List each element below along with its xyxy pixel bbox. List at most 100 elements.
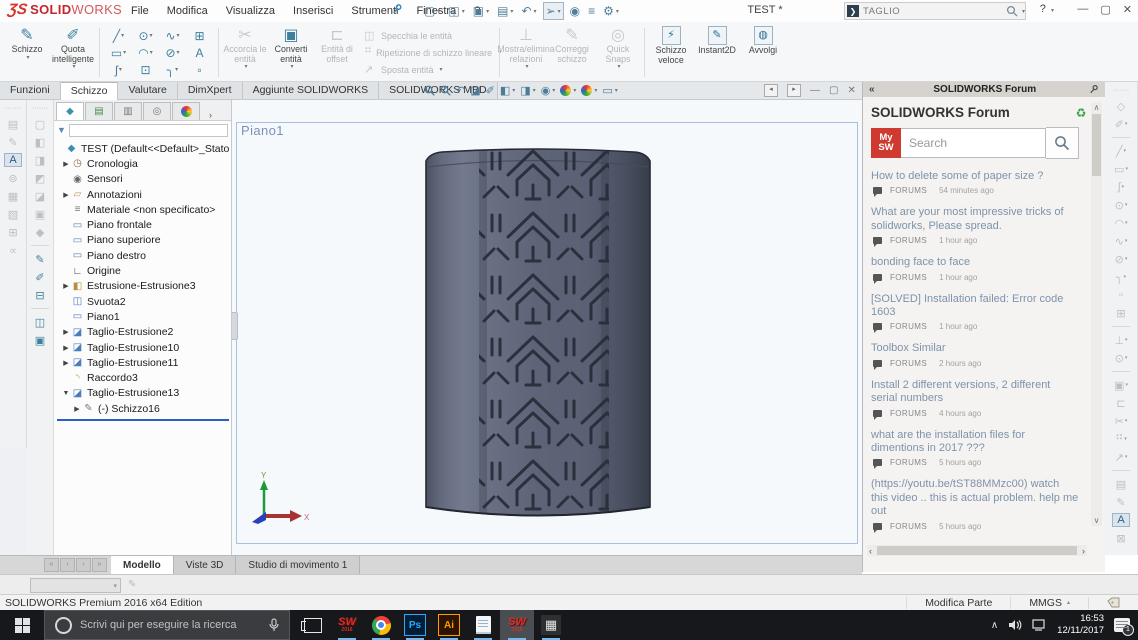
scroll-right-icon[interactable]: › [1080,546,1087,556]
tree-expand-icon[interactable]: ▶ [72,405,82,413]
pane-collapse-icon[interactable]: « [869,84,875,95]
forum-horizontal-scrollbar[interactable]: ‹ › [867,545,1087,556]
tree-item[interactable]: ◝ Raccordo3 [55,370,231,385]
move-icon[interactable]: ↗ ▾ [1112,450,1130,464]
forum-post-title[interactable]: bonding face to face [871,256,1079,269]
motion-study-select[interactable]: ▾ [30,578,121,593]
dropdown-caret-icon[interactable]: ▾ [462,8,465,15]
tree-expand-icon[interactable]: ▶ [61,160,71,168]
forum-post-title[interactable]: what are the installation files for dime… [871,429,1079,456]
forum-post-title[interactable]: [SOLVED] Installation failed: Error code… [871,293,1079,320]
network-icon[interactable] [1032,619,1047,631]
tree-expand-icon[interactable]: ▼ [61,390,71,397]
trim-icon[interactable]: ✂ ▾ [1112,414,1130,428]
forum-post-title[interactable]: What are your most impressive tricks of … [871,206,1079,233]
search-caret-icon[interactable]: ▾ [1022,8,1025,15]
tab-nav-button-2[interactable]: › [76,558,91,572]
tree-item[interactable]: ▶ ✎ (-) Schizzo16 [55,401,231,416]
line-icon[interactable]: ╱ ▾ [1112,144,1130,158]
pane-left-icon[interactable]: ◂ [764,84,778,97]
save-button[interactable]: ▣ ▾ [471,3,491,19]
pattern-icon[interactable]: ⠛ ▾ [1112,432,1130,446]
bottom-tab-modello[interactable]: Modello [111,556,174,574]
weld-symbol-icon[interactable]: ▧ [4,207,22,221]
dropdown-caret-icon[interactable]: ▾ [119,66,122,73]
dropdown-caret-icon[interactable]: ▾ [552,87,555,94]
restore-button[interactable]: ▢ [1100,3,1110,16]
dropdown-caret-icon[interactable]: ▾ [177,32,180,39]
isometric-view-icon[interactable]: ◆ [31,225,49,239]
rapid-sketch-button[interactable]: ⚡ Schizzo veloce [648,24,694,81]
task-view-button[interactable] [296,610,330,640]
units-selector[interactable]: MMGS ▴ [1010,596,1088,609]
calculator-app[interactable]: ▦ [534,610,568,640]
filter-funnel-icon[interactable]: ▼ [57,125,66,135]
microphone-icon[interactable] [269,618,279,632]
dropdown-caret-icon[interactable]: ▾ [594,87,597,94]
solidworks-2016-app[interactable]: SW 2016 [330,610,364,640]
tag-icon[interactable] [1088,596,1138,609]
bottom-tab-viste-3d[interactable]: Viste 3D [173,556,237,574]
dropdown-caret-icon[interactable]: ▾ [558,8,561,15]
rectangle-icon[interactable]: ▭ ▾ [1112,162,1130,176]
dropdown-caret-icon[interactable]: ▾ [534,8,537,15]
chrome-app[interactable] [364,610,398,640]
linear-sketch-pattern-button[interactable]: ⠛Ripetizione di schizzo lineare▾ [364,46,501,59]
tree-item[interactable]: ▭ Piano1 [55,309,231,324]
view-cube-3-icon[interactable]: ◨ [31,153,49,167]
line-tool-button[interactable]: ╱ ▾ [105,28,132,43]
circle-icon[interactable]: ⊙ ▾ [1112,198,1130,212]
scrollbar-down-icon[interactable]: ∨ [1091,516,1102,525]
search-input[interactable]: TAGLIO [863,6,1006,17]
dropdown-caret-icon[interactable]: ▾ [486,8,489,15]
text-note-icon[interactable]: ▤ [1112,477,1130,491]
spline-icon[interactable]: ∿ ▾ [1112,234,1130,248]
point-icon[interactable]: ▫ [1112,288,1130,302]
view-cube-4-icon[interactable]: ◩ [31,171,49,185]
tree-root-item[interactable]: ◆ TEST (Default<<Default>_Stato di visual… [55,141,231,156]
tree-item[interactable]: ▶ ◧ Estrusione-Estrusione3 [55,279,231,294]
forum-post-title[interactable]: (https://youtu.be/tST88MMzc00) watch thi… [871,478,1079,518]
doc-close-button[interactable]: ✕ [847,85,855,96]
bottom-tab-studio-di-movimento-1[interactable]: Studio di movimento 1 [236,556,361,574]
hatch-icon[interactable]: ∝ [4,243,22,257]
forum-search-button[interactable] [1046,127,1079,159]
view-cube-6-icon[interactable]: ▣ [31,207,49,221]
move-entities-button[interactable]: ↗ Sposta entità ▾ [364,63,492,76]
tree-filter-input[interactable] [68,123,228,137]
tab-aggiunte-solidworks[interactable]: Aggiunte SOLIDWORKS [242,82,380,99]
convert-icon[interactable]: ▣ ▾ [1112,378,1130,392]
pin-menu-icon[interactable] [392,3,402,15]
minimize-button[interactable]: — [1077,3,1088,16]
sketch-text-tool-button[interactable]: A [186,45,213,60]
dropdown-caret-icon[interactable]: ▾ [123,49,126,56]
dropdown-caret-icon[interactable]: ▾ [244,64,247,71]
volume-icon[interactable] [1008,619,1022,631]
tab-nav-button-1[interactable]: ‹ [60,558,75,572]
instant2d-button[interactable]: ✎ Instant2D [694,24,740,81]
freeform-tool-button[interactable]: ʃ ▾ [105,62,132,77]
edit-text-icon[interactable]: ✎ [1112,495,1130,509]
start-button[interactable] [0,610,44,640]
splitter-grip[interactable] [232,312,238,340]
menu-inserisci[interactable]: Inserisci [284,5,342,17]
view-cube-1-icon[interactable]: ▢ [31,117,49,131]
tree-item[interactable]: ▭ Piano superiore [55,233,231,248]
tab-schizzo[interactable]: Schizzo [60,82,119,100]
zoom-area-icon[interactable] [440,85,451,96]
dropdown-caret-icon[interactable]: ▾ [177,49,180,56]
part-view-icon[interactable]: ▣ [31,333,49,347]
text-a-icon[interactable]: A [1112,513,1130,527]
screen-capture-icon[interactable]: ⊟ [31,288,49,302]
doc-minimize-button[interactable]: — [810,85,820,96]
dropdown-caret-icon[interactable]: ▾ [121,32,124,39]
sketch-mode-icon[interactable]: ✎ [31,252,49,266]
tree-expand-icon[interactable]: ▶ [61,191,71,199]
point-tool-button[interactable]: ▫ [186,62,213,77]
apply-scene-icon[interactable]: ▾ [581,85,597,96]
scrollbar-up-icon[interactable]: ∧ [1091,103,1102,112]
3d-plane-tool-button[interactable]: ⊞ [186,28,213,43]
arc-tool-button[interactable]: ◠ ▾ [132,45,159,60]
solidworks-2016-active-app[interactable]: SW 2016 [500,610,534,640]
rollback-bar[interactable] [57,419,229,422]
